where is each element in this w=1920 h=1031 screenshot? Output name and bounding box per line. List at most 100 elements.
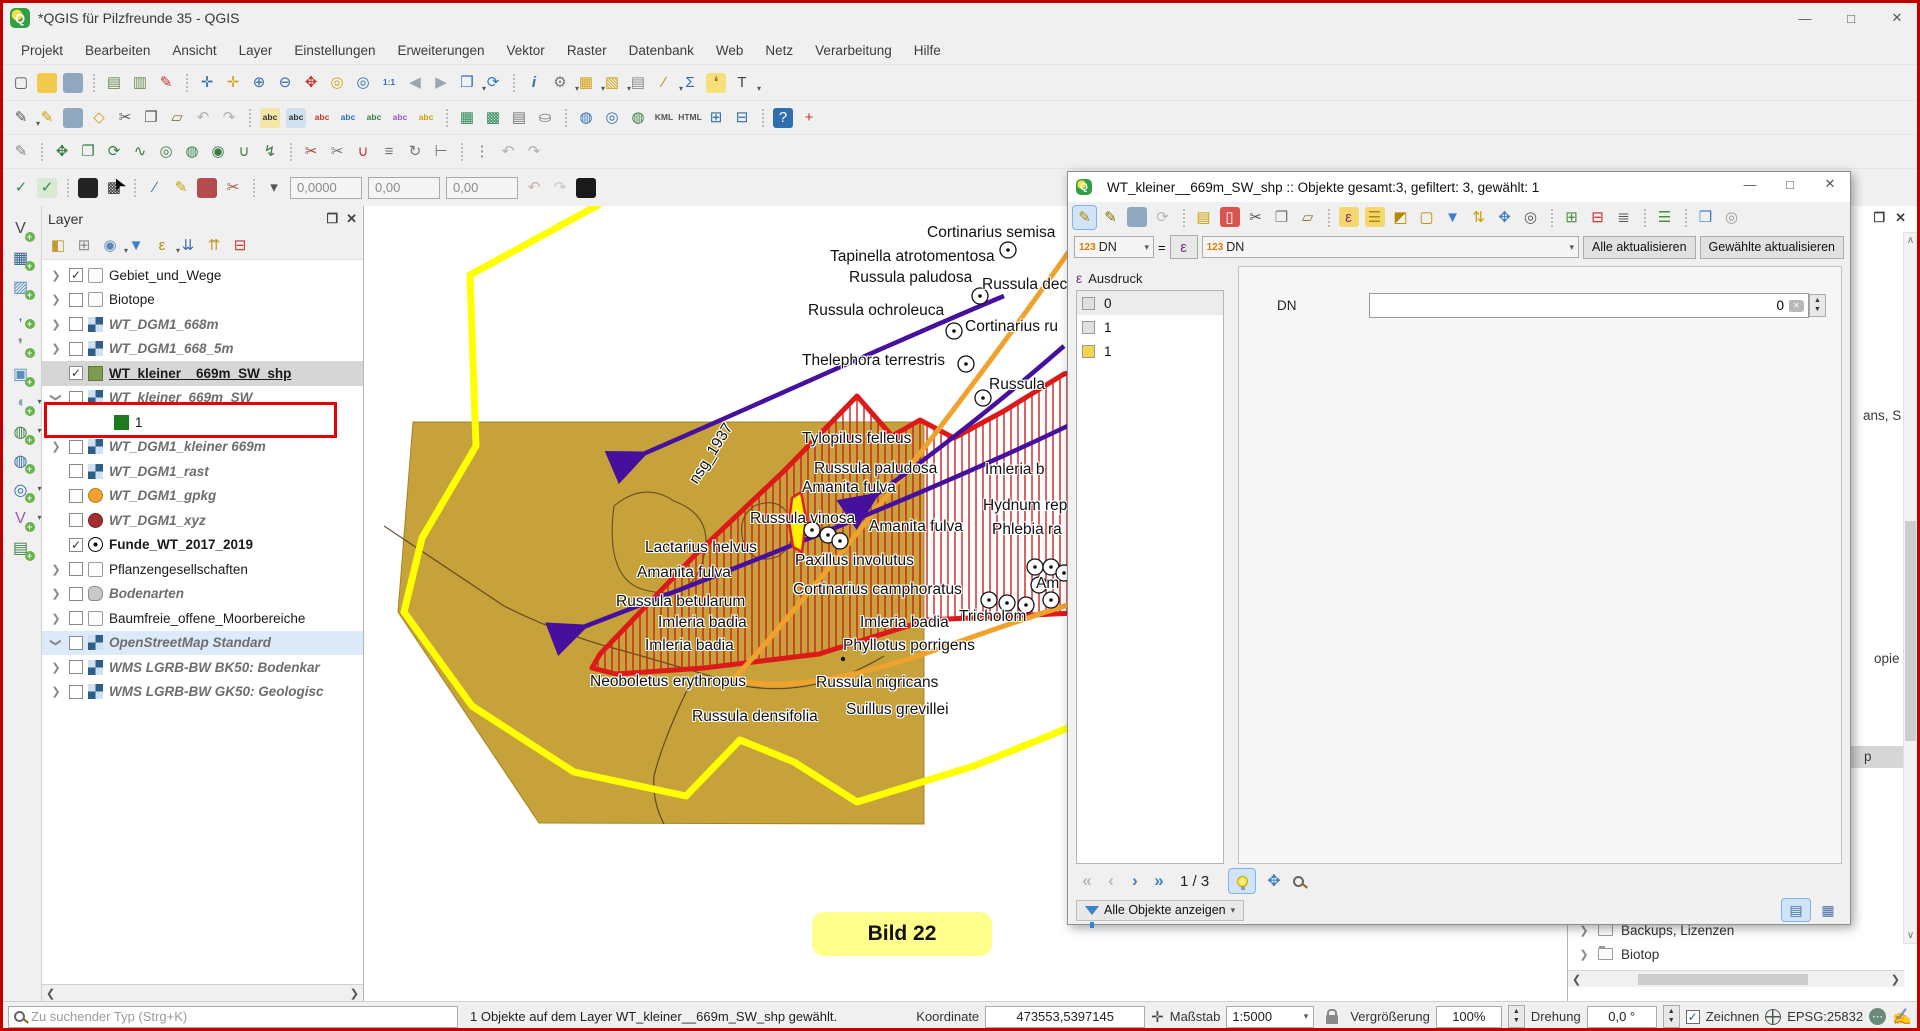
expand-icon[interactable]: ❯ (48, 318, 64, 331)
layer-tree-row[interactable]: ❯ Bodenarten (42, 582, 363, 607)
expression-value-combo[interactable]: 123 DN ▾ (1202, 236, 1579, 258)
open-layer-styling-icon[interactable]: ◧ (47, 235, 69, 257)
expand-icon[interactable]: ❯ (50, 390, 63, 406)
rotation-input[interactable]: 0,0 ° (1587, 1006, 1657, 1028)
expand-icon[interactable]: ❯ (48, 293, 64, 306)
expand-all-icon[interactable]: ⇊ (177, 235, 199, 257)
menu-item[interactable]: Raster (556, 39, 618, 62)
layer-tree-row[interactable]: ❯ WT_DGM1_kleiner 669m (42, 435, 363, 460)
vertex-editor-icon[interactable]: ⋮ (470, 140, 494, 164)
draw-annotation-icon[interactable]: ✎ (169, 176, 193, 200)
dn-field-input[interactable]: 0 ✕ (1369, 293, 1809, 318)
layer-checkbox[interactable] (69, 489, 83, 503)
scroll-left-icon[interactable]: ❮ (46, 987, 55, 1000)
layer-tree-row[interactable]: ❯ Pflanzengesellschaften (42, 557, 363, 582)
pin-labels-icon[interactable]: abc (310, 106, 334, 130)
add-part-icon[interactable]: ◍ (180, 140, 204, 164)
scrollbar-thumb[interactable] (1638, 974, 1808, 985)
pan-to-selection-icon[interactable]: ✛ (221, 71, 245, 95)
statistics-icon[interactable]: Σ (678, 71, 702, 95)
panel-float-icon[interactable]: ❐ (326, 211, 338, 227)
layer-checkbox[interactable] (69, 660, 83, 674)
run-feature-action-icon[interactable]: ⚙ ▾ (548, 71, 572, 95)
repair-tools-icon[interactable]: ✂ (221, 176, 245, 200)
search-layers-icon[interactable]: ◎ (600, 106, 624, 130)
layer-tree-row[interactable]: ❯ WT_kleiner_669m_SW (42, 386, 363, 411)
check-geometries-icon[interactable]: ✓ (9, 176, 33, 200)
dn-spinner[interactable]: ▲ ▼ (1809, 294, 1826, 317)
rotation-spinner[interactable]: ▲▼ (1663, 1005, 1680, 1028)
search-table-icon[interactable]: ◎ (1720, 206, 1743, 229)
add-raster-layer-icon[interactable]: ▦ + (6, 243, 36, 272)
move-label-icon[interactable]: abc (362, 106, 386, 130)
toggle-editing-icon[interactable]: ✎ (1073, 206, 1096, 229)
menu-item[interactable]: Hilfe (903, 39, 952, 62)
new-table-icon[interactable]: ▤ + (6, 533, 36, 562)
coord-z-field[interactable]: 0,00 (446, 177, 518, 199)
dialog-close-button[interactable]: ✕ (1810, 169, 1850, 199)
update-all-button[interactable]: Alle aktualisieren (1583, 236, 1696, 259)
browser-vertical-scrollbar[interactable]: ∧ ∨ (1903, 232, 1918, 944)
expand-icon[interactable]: ❯ (48, 269, 64, 282)
layer-checkbox[interactable] (69, 611, 83, 625)
highlight-labels-icon[interactable]: abc (336, 106, 360, 130)
layer-checkbox[interactable] (69, 268, 83, 282)
open-attribute-table-icon[interactable]: ▤ (626, 71, 650, 95)
table-view-toggle[interactable]: ▦ (1814, 899, 1842, 921)
enable-advanced-digitizing-icon[interactable]: ✎ (9, 140, 33, 164)
offline-editing-icon[interactable]: ⛀ (533, 106, 557, 130)
last-feature-button[interactable]: » (1148, 870, 1170, 892)
cut-features-icon[interactable]: ✂ (113, 106, 137, 130)
feature-row-0[interactable]: 0 (1077, 291, 1223, 315)
select-all-icon[interactable]: ☰ (1363, 206, 1386, 229)
extent-icon[interactable]: ✛ (1151, 1008, 1164, 1026)
add-wfs-layer-icon[interactable]: ◎ + ▾ (6, 475, 36, 504)
new-map-view-icon[interactable]: ❒ ▾ (455, 71, 479, 95)
scale-combo[interactable]: 1:5000 ▾ (1226, 1006, 1314, 1028)
snapshot-icon[interactable] (76, 176, 100, 200)
rotate-label-icon[interactable]: abc (388, 106, 412, 130)
new-project-icon[interactable]: ▢ (9, 71, 33, 95)
dialog-title-bar[interactable]: Q WT_kleiner__669m_SW_shp :: Objekte ges… (1068, 172, 1850, 202)
feature-row-1[interactable]: 1 (1077, 315, 1223, 339)
layer-tree-row[interactable]: ❯ OpenStreetMap Standard (42, 631, 363, 656)
layer-tree-row[interactable]: WT_kleiner__669m_SW_shp (42, 361, 363, 386)
expand-icon[interactable]: ❯ (50, 635, 63, 651)
layout-manager-icon[interactable]: ▥ (128, 71, 152, 95)
layer-checkbox[interactable] (69, 391, 83, 405)
select-by-form-icon[interactable]: ▧ ▾ (600, 71, 624, 95)
collapse-all-icon[interactable]: ⇈ (203, 235, 225, 257)
add-feature-icon[interactable]: ▤ (1192, 206, 1215, 229)
cut-icon[interactable]: ✂ (1244, 206, 1267, 229)
map-tips-icon[interactable]: ❛ (704, 71, 728, 95)
expand-icon[interactable]: ❯ (1576, 948, 1592, 961)
zoom-out-icon[interactable]: ⊖ (273, 71, 297, 95)
zoom-to-selection-icon[interactable]: ◎ (1519, 206, 1542, 229)
add-mesh-layer-icon[interactable]: ▨ + (6, 272, 36, 301)
fill-ring-icon[interactable]: ◉ (206, 140, 230, 164)
simplify-feature-icon[interactable]: ∿ (128, 140, 152, 164)
image-link-icon[interactable] (574, 176, 598, 200)
remove-layer-icon[interactable]: ⊟ (229, 235, 251, 257)
invert-selection-icon[interactable]: ◩ (1389, 206, 1412, 229)
add-geopackage-layer-icon[interactable]: ▣ + (6, 359, 36, 388)
previous-feature-button[interactable]: ‹ (1100, 870, 1122, 892)
menu-item[interactable]: Einstellungen (283, 39, 386, 62)
layer-checkbox[interactable] (69, 513, 83, 527)
new-field-icon[interactable]: ⊞ (1560, 206, 1583, 229)
scroll-right-icon[interactable]: ❯ (350, 987, 359, 1000)
add-delimited-text-layer-icon[interactable]: , + (6, 301, 36, 330)
conditional-formatting-icon[interactable]: ☰ (1653, 206, 1676, 229)
expand-icon[interactable]: ❯ (48, 440, 64, 453)
layer-checkbox[interactable] (69, 685, 83, 699)
panel-close-icon[interactable]: ✕ (1895, 210, 1906, 226)
layer-tree-row[interactable]: ❯ WT_DGM1_668m (42, 312, 363, 337)
trim-extend-icon[interactable]: ⊢ (429, 140, 453, 164)
layer-checkbox[interactable] (69, 342, 83, 356)
panel-float-icon[interactable]: ❐ (1873, 210, 1885, 226)
layer-tree-row[interactable]: ❯ WT_DGM1_668_5m (42, 337, 363, 362)
qgis2web-icon[interactable]: ◍ (626, 106, 650, 130)
current-edits-icon[interactable]: ✎ ▾ (9, 106, 33, 130)
coord-x-field[interactable]: 0,0000 (290, 177, 362, 199)
expand-icon[interactable]: ❯ (48, 685, 64, 698)
